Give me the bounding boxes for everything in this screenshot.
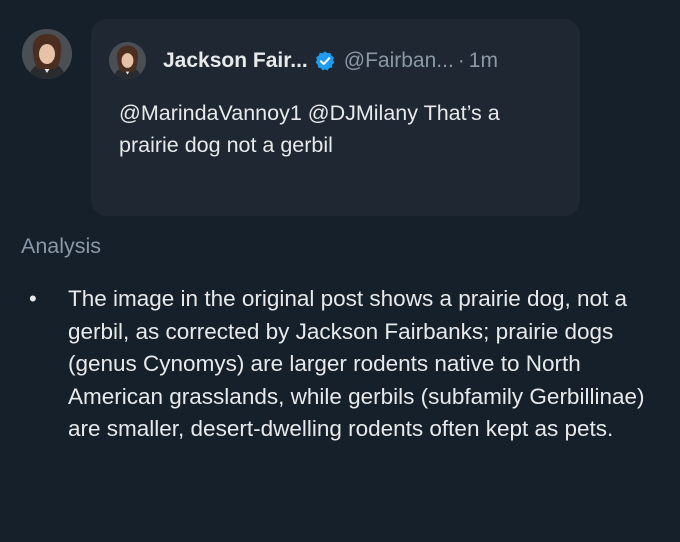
- avatar-portrait-icon: [109, 42, 146, 79]
- analysis-heading: Analysis: [21, 234, 102, 258]
- avatar-portrait-icon: [22, 29, 72, 79]
- quoted-tweet-card[interactable]: Jackson Fair... @Fairban... · 1m @Marind…: [91, 19, 580, 216]
- analysis-bullet-item: • The image in the original post shows a…: [22, 283, 662, 446]
- author-handle[interactable]: @Fairban...: [344, 49, 454, 73]
- analysis-list: • The image in the original post shows a…: [22, 283, 662, 446]
- author-name[interactable]: Jackson Fair...: [163, 49, 308, 73]
- quoted-author-avatar[interactable]: [109, 42, 146, 79]
- quoted-tweet-text: @MarindaVannoy1 @DJMilany That’s a prair…: [119, 101, 500, 157]
- bullet-point-icon: •: [29, 286, 37, 311]
- verified-badge-icon: [314, 50, 336, 72]
- reply-author-avatar[interactable]: [22, 29, 72, 79]
- separator-dot: ·: [457, 49, 465, 72]
- quoted-tweet-header: Jackson Fair... @Fairban... · 1m: [163, 47, 498, 75]
- analysis-bullet-text: The image in the original post shows a p…: [68, 286, 645, 441]
- tweet-timestamp[interactable]: 1m: [469, 49, 498, 73]
